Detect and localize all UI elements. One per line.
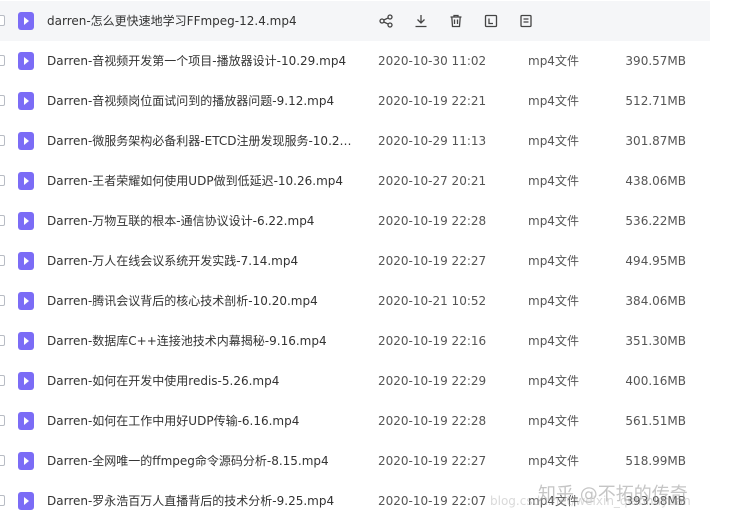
row-checkbox[interactable]	[0, 215, 5, 226]
row-checkbox[interactable]	[0, 55, 5, 66]
file-row-hovered[interactable]: darren-怎么更快速地学习FFmpeg-12.4.mp4	[0, 1, 710, 41]
file-size: 494.95MB	[625, 254, 686, 268]
file-name[interactable]: Darren-腾讯会议背后的核心技术剖析-10.20.mp4	[47, 293, 359, 309]
more-icon[interactable]	[517, 12, 535, 30]
row-checkbox[interactable]	[0, 95, 5, 106]
row-checkbox[interactable]	[0, 295, 5, 306]
video-file-icon	[18, 52, 34, 70]
video-file-icon	[18, 452, 34, 470]
file-size: 438.06MB	[625, 174, 686, 188]
file-size: 518.99MB	[625, 454, 686, 468]
file-type: mp4文件	[528, 94, 579, 108]
file-name[interactable]: Darren-如何在开发中使用redis-5.26.mp4	[47, 373, 359, 389]
file-size: 384.06MB	[625, 294, 686, 308]
file-date: 2020-10-19 22:27	[378, 454, 487, 468]
file-size: 536.22MB	[625, 214, 686, 228]
share-icon[interactable]	[377, 12, 395, 30]
row-checkbox[interactable]	[0, 375, 5, 386]
file-date: 2020-10-27 20:21	[378, 174, 487, 188]
file-date: 2020-10-21 10:52	[378, 294, 487, 308]
file-type: mp4文件	[528, 294, 579, 308]
file-size: 301.87MB	[625, 134, 686, 148]
file-row[interactable]: Darren-如何在工作中用好UDP传输-6.16.mp4 2020-10-19 …	[0, 401, 710, 441]
file-name[interactable]: Darren-罗永浩百万人直播背后的技术分析-9.25.mp4	[47, 493, 359, 509]
video-file-icon	[18, 12, 34, 30]
file-name[interactable]: darren-怎么更快速地学习FFmpeg-12.4.mp4	[47, 13, 359, 29]
video-file-icon	[18, 212, 34, 230]
file-name[interactable]: Darren-音视频开发第一个项目-播放器设计-10.29.mp4	[47, 53, 359, 69]
file-size: 351.30MB	[625, 334, 686, 348]
video-file-icon	[18, 412, 34, 430]
rename-icon[interactable]	[482, 12, 500, 30]
video-file-icon	[18, 292, 34, 310]
file-date: 2020-10-30 11:02	[378, 54, 487, 68]
file-row[interactable]: Darren-腾讯会议背后的核心技术剖析-10.20.mp4 2020-10-21…	[0, 281, 710, 321]
download-icon[interactable]	[412, 12, 430, 30]
row-checkbox[interactable]	[0, 495, 5, 506]
row-checkbox[interactable]	[0, 15, 5, 26]
file-size: 400.16MB	[625, 374, 686, 388]
file-date: 2020-10-19 22:21	[378, 94, 487, 108]
file-date: 2020-10-19 22:29	[378, 374, 487, 388]
file-date: 2020-10-19 22:07	[378, 494, 487, 508]
video-file-icon	[18, 372, 34, 390]
file-row[interactable]: Darren-王者荣耀如何使用UDP做到低延迟-10.26.mp4 2020-10…	[0, 161, 710, 201]
file-type: mp4文件	[528, 334, 579, 348]
file-row[interactable]: Darren-音视频岗位面试问到的播放器问题-9.12.mp4 2020-10-1…	[0, 81, 710, 121]
video-file-icon	[18, 92, 34, 110]
watermark-url: blog.csdn.net/weixin_qianhuyuan	[490, 494, 691, 508]
file-row[interactable]: Darren-音视频开发第一个项目-播放器设计-10.29.mp4 2020-10…	[0, 41, 710, 81]
delete-icon[interactable]	[447, 12, 465, 30]
file-type: mp4文件	[528, 254, 579, 268]
file-date: 2020-10-19 22:16	[378, 334, 487, 348]
file-row[interactable]: Darren-万物互联的根本-通信协议设计-6.22.mp4 2020-10-19…	[0, 201, 710, 241]
file-date: 2020-10-19 22:28	[378, 214, 487, 228]
file-type: mp4文件	[528, 214, 579, 228]
file-name[interactable]: Darren-如何在工作中用好UDP传输-6.16.mp4	[47, 413, 359, 429]
video-file-icon	[18, 492, 34, 510]
row-checkbox[interactable]	[0, 335, 5, 346]
file-type: mp4文件	[528, 454, 579, 468]
file-name[interactable]: Darren-全网唯一的ffmpeg命令源码分析-8.15.mp4	[47, 453, 359, 469]
file-name[interactable]: Darren-王者荣耀如何使用UDP做到低延迟-10.26.mp4	[47, 173, 359, 189]
file-name[interactable]: Darren-万物互联的根本-通信协议设计-6.22.mp4	[47, 213, 359, 229]
row-checkbox[interactable]	[0, 135, 5, 146]
file-date: 2020-10-19 22:28	[378, 414, 487, 428]
video-file-icon	[18, 252, 34, 270]
file-size: 561.51MB	[625, 414, 686, 428]
file-name[interactable]: Darren-万人在线会议系统开发实践-7.14.mp4	[47, 253, 359, 269]
file-size: 512.71MB	[625, 94, 686, 108]
file-row[interactable]: Darren-微服务架构必备利器-ETCD注册发现服务-10.29.... 202…	[0, 121, 710, 161]
row-checkbox[interactable]	[0, 415, 5, 426]
file-list: darren-怎么更快速地学习FFmpeg-12.4.mp4 Darren-音视…	[0, 0, 733, 522]
file-type: mp4文件	[528, 374, 579, 388]
row-actions	[377, 11, 552, 31]
video-file-icon	[18, 132, 34, 150]
video-file-icon	[18, 332, 34, 350]
file-row[interactable]: Darren-数据库C++连接池技术内幕揭秘-9.16.mp4 2020-10-1…	[0, 321, 710, 361]
file-row[interactable]: Darren-如何在开发中使用redis-5.26.mp4 2020-10-19 …	[0, 361, 710, 401]
file-type: mp4文件	[528, 134, 579, 148]
row-checkbox[interactable]	[0, 455, 5, 466]
file-type: mp4文件	[528, 174, 579, 188]
file-date: 2020-10-19 22:27	[378, 254, 487, 268]
file-date: 2020-10-29 11:13	[378, 134, 487, 148]
row-checkbox[interactable]	[0, 175, 5, 186]
file-type: mp4文件	[528, 414, 579, 428]
file-type: mp4文件	[528, 54, 579, 68]
file-size: 390.57MB	[625, 54, 686, 68]
file-name[interactable]: Darren-微服务架构必备利器-ETCD注册发现服务-10.29....	[47, 133, 359, 149]
file-row[interactable]: Darren-万人在线会议系统开发实践-7.14.mp4 2020-10-19 2…	[0, 241, 710, 281]
row-checkbox[interactable]	[0, 255, 5, 266]
video-file-icon	[18, 172, 34, 190]
file-name[interactable]: Darren-音视频岗位面试问到的播放器问题-9.12.mp4	[47, 93, 359, 109]
file-name[interactable]: Darren-数据库C++连接池技术内幕揭秘-9.16.mp4	[47, 333, 359, 349]
file-row[interactable]: Darren-全网唯一的ffmpeg命令源码分析-8.15.mp4 2020-10…	[0, 441, 710, 481]
